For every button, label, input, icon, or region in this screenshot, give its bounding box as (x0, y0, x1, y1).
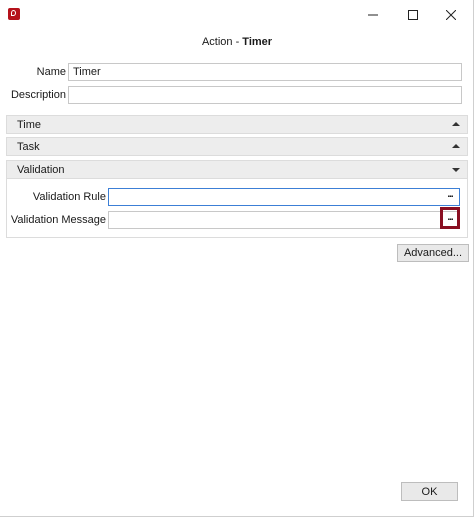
dialog-title-name: Timer (242, 36, 273, 48)
section-validation[interactable]: Validation (6, 160, 468, 179)
dialog-title: Action - Timer (0, 36, 474, 48)
expand-arrow-icon[interactable] (452, 168, 460, 172)
validation-rule-browse-button[interactable]: ... (442, 189, 458, 204)
validation-rule-input[interactable] (108, 188, 460, 206)
app-icon (8, 8, 20, 20)
highlight-annotation (440, 207, 460, 229)
collapse-arrow-icon[interactable] (452, 144, 460, 148)
advanced-button[interactable]: Advanced... (397, 244, 469, 262)
title-bar (0, 0, 474, 30)
description-label: Description (10, 89, 66, 101)
section-time-label: Time (17, 119, 42, 131)
name-label: Name (36, 66, 66, 78)
validation-rule-label: Validation Rule (32, 191, 106, 203)
ok-button[interactable]: OK (401, 482, 458, 501)
section-task-label: Task (17, 141, 40, 153)
ellipsis-icon: ... (447, 188, 453, 200)
minimize-icon (368, 14, 378, 16)
section-time[interactable]: Time (6, 115, 468, 134)
close-icon (446, 10, 456, 20)
action-dialog-window: Action - Timer Name Description Time Tas… (0, 0, 474, 517)
validation-message-label: Validation Message (10, 214, 106, 226)
name-input[interactable] (68, 63, 462, 81)
validation-message-input[interactable] (108, 211, 460, 229)
description-input[interactable] (68, 86, 462, 104)
section-validation-label: Validation (17, 164, 65, 176)
dialog-title-prefix: Action - (201, 36, 243, 48)
collapse-arrow-icon[interactable] (452, 122, 460, 126)
section-task[interactable]: Task (6, 137, 468, 156)
maximize-icon (408, 10, 418, 20)
close-button[interactable] (428, 0, 474, 30)
